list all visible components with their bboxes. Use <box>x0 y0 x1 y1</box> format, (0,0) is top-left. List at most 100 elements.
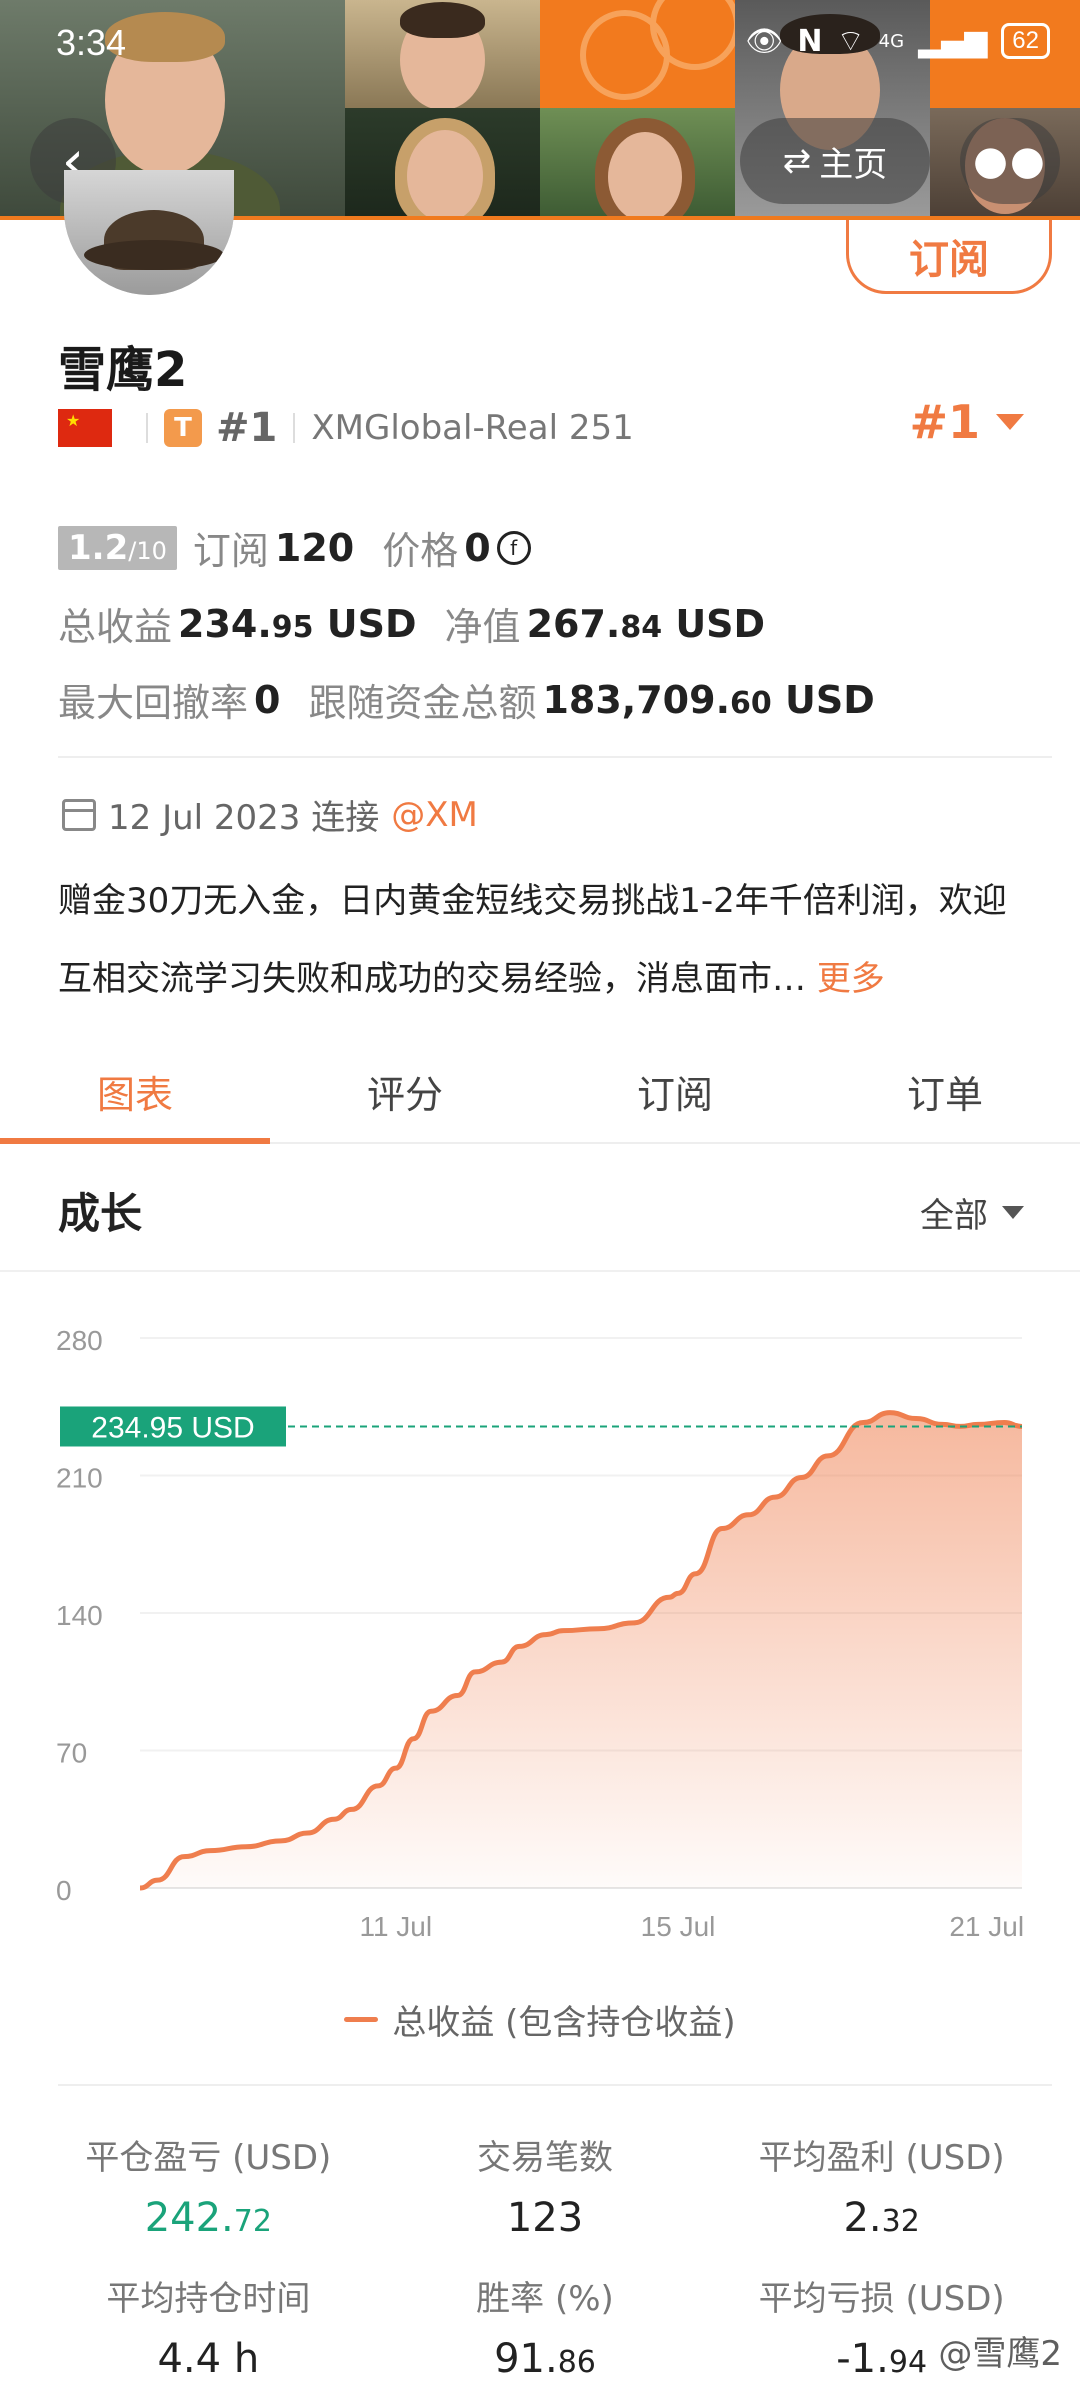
calendar-icon <box>62 798 96 831</box>
max-drawdown-value: 0 <box>254 677 281 722</box>
total-profit-value: 234.95 USD <box>178 602 417 646</box>
meta-divider <box>146 413 148 443</box>
coin-icon: f <box>496 530 531 565</box>
trader-name: 雪鹰2 <box>58 342 188 398</box>
metric-label: 平仓盈亏 (USD) <box>85 2138 332 2178</box>
status-icons: 👁 N ⌔ 4G ▂▄▆ 62 <box>745 22 1050 60</box>
nfc-icon: N <box>797 23 823 59</box>
metric-value: 91.86 <box>377 2336 714 2382</box>
more-options-button[interactable]: ●● <box>960 118 1060 204</box>
equity-main: 267. <box>526 601 621 646</box>
section-divider <box>58 2084 1052 2086</box>
tab-orders[interactable]: 订单 <box>810 1040 1080 1142</box>
tab-rating[interactable]: 评分 <box>270 1040 540 1142</box>
home-button[interactable]: ⇄ 主页 <box>740 118 930 204</box>
subscriptions-label: 订阅 <box>192 529 269 573</box>
stats-line-1: 1.2/10 订阅 120 价格 0 f <box>58 520 531 575</box>
equity-dec: 84 <box>620 609 663 645</box>
follow-funds-main: 183,709. <box>542 677 730 722</box>
stats-line-2: 总收益 234.95 USD 净值 267.84 USD <box>58 596 793 651</box>
trader-description: 赠金30刀无入金，日内黄金短线交易挑战1-2年千倍利润，欢迎互相交流学习失败和成… <box>58 862 1028 1018</box>
total-profit-dec: 95 <box>271 609 314 645</box>
y-tick-label: 0 <box>56 1875 72 1906</box>
rating-max: /10 <box>128 536 167 565</box>
more-link[interactable]: 更多 <box>817 959 885 999</box>
cover-photo-2 <box>345 0 540 108</box>
x-tick-label: 15 Jul <box>641 1911 716 1942</box>
meta-divider <box>293 413 296 443</box>
metric-value-dec: 72 <box>233 2204 272 2239</box>
eye-icon: 👁 <box>745 23 784 59</box>
growth-title: 成长 <box>58 1189 143 1238</box>
legend-swatch <box>344 2017 379 2022</box>
wifi-icon: ⌔ <box>836 24 865 59</box>
equity-label: 净值 <box>444 605 521 649</box>
trader-meta: ★ T #1 XMGlobal-Real 251 <box>58 405 634 451</box>
metric-label: 胜率 (%) <box>476 2279 614 2319</box>
avatar[interactable] <box>64 170 234 295</box>
metric-value: 123 <box>377 2195 714 2241</box>
rank-dropdown-label: #1 <box>909 395 980 449</box>
rank-dropdown[interactable]: #1 <box>909 395 1024 449</box>
growth-chart[interactable]: 280 210 140 70 0 11 Jul 15 Jul 21 Jul 234.95 US… <box>0 1290 1080 1980</box>
total-profit-main: 234. <box>178 601 272 646</box>
total-profit-label: 总收益 <box>58 605 173 649</box>
metric-value-main: 123 <box>506 2195 584 2241</box>
metric-avg-profit: 平均盈利 (USD) 2.32 <box>713 2130 1050 2241</box>
metric-label: 交易笔数 <box>476 2138 613 2178</box>
rating-value: 1.2 <box>68 527 129 568</box>
y-tick-label: 140 <box>56 1600 103 1631</box>
metric-value-dec: 32 <box>881 2204 920 2239</box>
x-tick-label: 21 Jul <box>949 1911 1024 1942</box>
broker-link[interactable]: @XM <box>391 795 478 835</box>
y-tick-label: 210 <box>56 1463 103 1494</box>
watermark: @雪鹰2 <box>938 2334 1062 2374</box>
section-divider <box>58 756 1052 758</box>
legend-label: 总收益 (包含持仓收益) <box>392 2003 736 2043</box>
tab-chart[interactable]: 图表 <box>0 1040 270 1144</box>
follow-funds-dec: 60 <box>730 685 772 721</box>
subscriptions-value: 120 <box>274 525 355 570</box>
status-time: 3:34 <box>56 22 127 63</box>
price-value: 0 <box>464 525 491 570</box>
metric-value-main: 242. <box>144 2195 234 2241</box>
metric-win-rate: 胜率 (%) 91.86 <box>377 2271 714 2382</box>
china-flag-icon: ★ <box>58 409 112 447</box>
metric-value-main: 4.4 h <box>157 2336 260 2382</box>
metric-value: 4.4 h <box>40 2336 377 2382</box>
subscribe-button[interactable]: 订阅 <box>846 220 1052 294</box>
metric-avg-hold-time: 平均持仓时间 4.4 h <box>40 2271 377 2382</box>
follow-funds-unit: USD <box>784 677 875 722</box>
joined-info: 12 Jul 2023 连接 @XM <box>62 790 478 839</box>
metric-label: 平均亏损 (USD) <box>758 2279 1005 2319</box>
broker-account: XMGlobal-Real 251 <box>311 408 634 448</box>
period-filter[interactable]: 全部 <box>920 1188 1024 1237</box>
metrics-grid: 平仓盈亏 (USD) 242.72 交易笔数 123 平均盈利 (USD) 2.… <box>40 2130 1050 2382</box>
tab-subscription[interactable]: 订阅 <box>540 1040 810 1142</box>
caret-down-icon <box>1002 1206 1024 1219</box>
metric-label: 平均盈利 (USD) <box>758 2138 1005 2178</box>
metric-trade-count: 交易笔数 123 <box>377 2130 714 2241</box>
metric-value-main: 2. <box>843 2195 882 2241</box>
network-type: 4G <box>878 30 905 52</box>
total-profit-unit: USD <box>326 601 417 646</box>
cover-photo-5 <box>540 108 735 216</box>
chart-legend: 总收益 (包含持仓收益) <box>0 1995 1080 2044</box>
follow-funds-label: 跟随资金总额 <box>308 681 537 725</box>
series-area <box>140 1412 1022 1888</box>
current-value-label: 234.95 USD <box>91 1411 254 1444</box>
max-drawdown-label: 最大回撤率 <box>58 681 249 725</box>
cover-photo-4 <box>345 108 540 216</box>
metric-value: 2.32 <box>713 2195 1050 2241</box>
more-dots-icon: ●● <box>973 138 1047 184</box>
tab-bar: 图表 评分 订阅 订单 <box>0 1040 1080 1144</box>
signal-icon: ▂▄▆ <box>918 23 988 59</box>
metric-value-dec: 86 <box>557 2345 596 2380</box>
metric-value-dec: 94 <box>888 2345 928 2380</box>
cover-photo-3 <box>540 0 735 108</box>
follow-funds-value: 183,709.60 USD <box>542 678 874 722</box>
home-button-label: 主页 <box>819 144 888 185</box>
metric-value: 242.72 <box>40 2195 377 2241</box>
swap-icon: ⇄ <box>782 141 812 181</box>
metric-label: 平均持仓时间 <box>106 2279 311 2319</box>
